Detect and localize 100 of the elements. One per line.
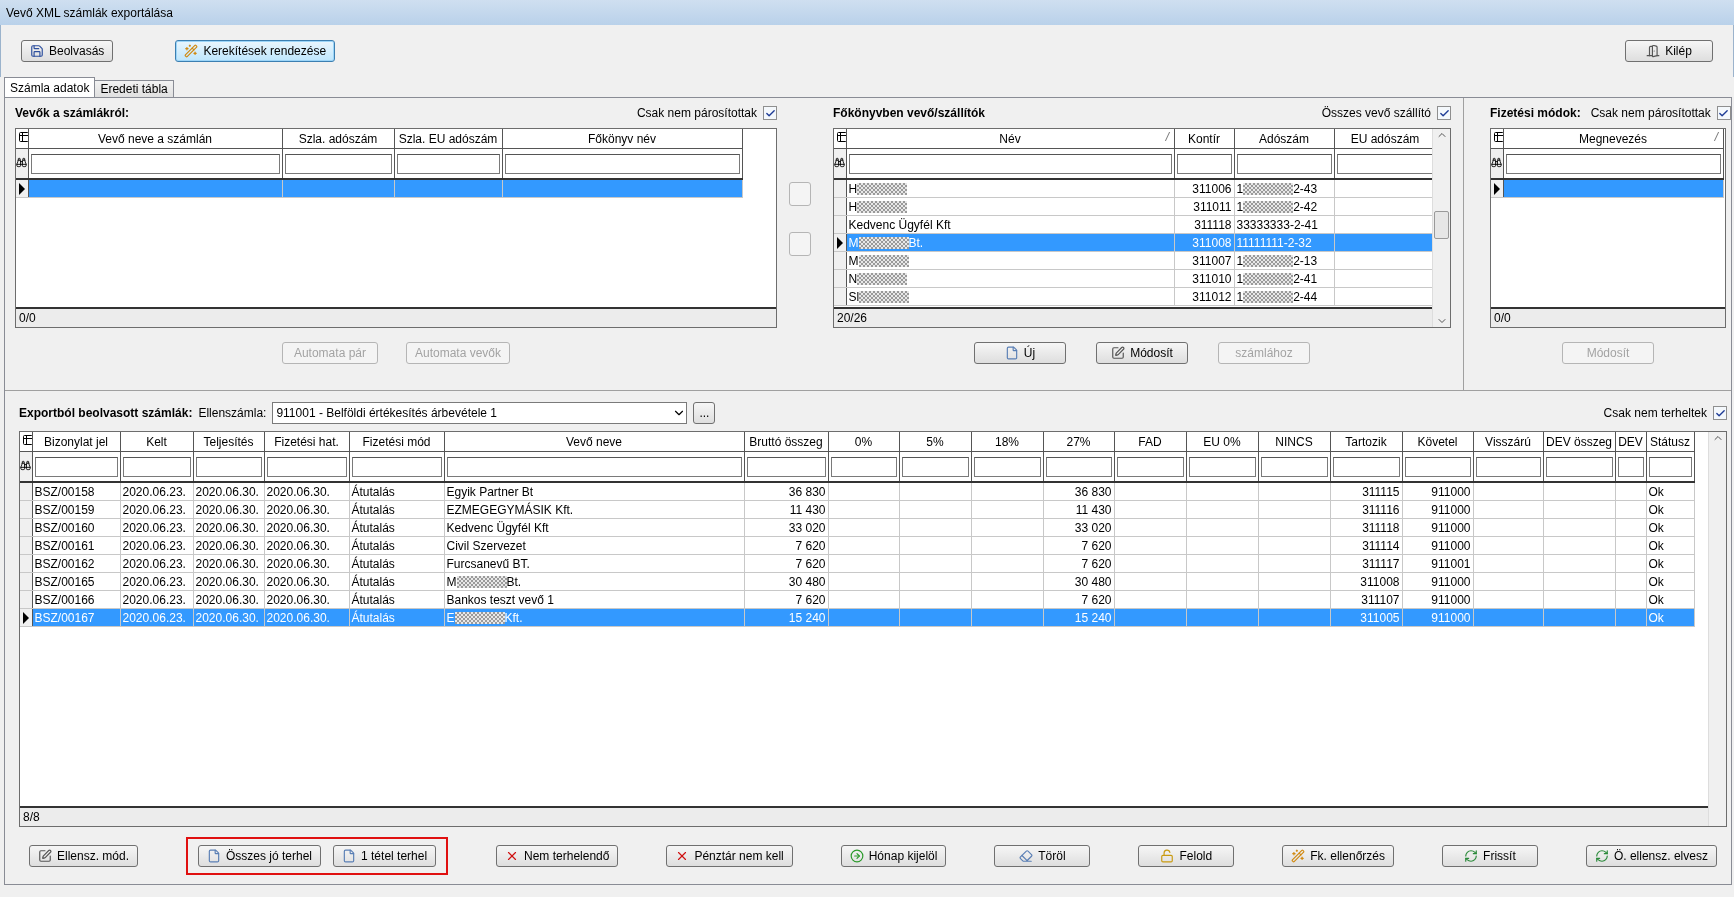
filter-field[interactable] (446, 456, 742, 477)
action-button[interactable]: Töröl (994, 845, 1091, 867)
action-button[interactable]: Hónap kijelöl (840, 845, 947, 867)
checkbox[interactable] (1437, 106, 1451, 120)
filter-field[interactable] (1475, 456, 1541, 477)
section-title: Fizetési módok: (1490, 106, 1581, 120)
filter-field[interactable] (195, 456, 262, 477)
tab[interactable]: Eredeti tábla (94, 80, 174, 97)
action-button[interactable]: Új (974, 342, 1066, 364)
action-button[interactable]: Összes jó terhel (198, 845, 322, 867)
filter-field[interactable] (901, 456, 969, 477)
filter-field[interactable] (351, 456, 442, 477)
column-header[interactable]: EU adószám (1334, 129, 1432, 149)
toolbar-button[interactable]: Kilép (1625, 40, 1713, 62)
table-cell: 311115 (1330, 482, 1402, 501)
column-header[interactable]: Visszárú (1473, 432, 1543, 452)
column-header[interactable]: NINCS (1258, 432, 1330, 452)
column-header[interactable]: Kelt (120, 432, 193, 452)
column-header[interactable]: Kontír (1174, 129, 1234, 149)
column-header[interactable]: Szla. EU adószám (394, 129, 502, 149)
account-dropdown[interactable]: 911001 - Belföldi értékesítés árbevétele 1 (272, 402, 688, 424)
column-header[interactable]: Tartozik (1330, 432, 1402, 452)
column-header[interactable]: 0% (828, 432, 899, 452)
column-header[interactable]: EU 0% (1186, 432, 1258, 452)
filter-field[interactable] (1545, 456, 1613, 477)
table-cell: Átutalás (349, 554, 444, 573)
filter-field[interactable] (396, 153, 500, 174)
column-header[interactable]: Státusz (1646, 432, 1694, 452)
filter-field[interactable] (34, 456, 118, 477)
column-header[interactable]: Bizonylat jel (32, 432, 120, 452)
checkbox[interactable] (1716, 106, 1731, 120)
checkbox[interactable] (763, 106, 777, 120)
column-header[interactable]: Név (846, 129, 1174, 149)
filter-field[interactable] (1188, 456, 1256, 477)
column-header[interactable]: FAD (1114, 432, 1186, 452)
filter-field[interactable] (1332, 456, 1400, 477)
column-header[interactable]: Fizetési hat. (264, 432, 349, 452)
column-header[interactable]: 27% (1043, 432, 1114, 452)
column-header[interactable]: DEV összeg (1543, 432, 1615, 452)
checkbox[interactable] (1713, 406, 1727, 420)
table-cell: BSZ/00159 (32, 500, 120, 519)
scrollbar[interactable] (1708, 432, 1726, 826)
filter-field[interactable] (848, 153, 1172, 174)
action-button[interactable]: Felold (1138, 845, 1235, 867)
action-button[interactable]: Módosít (1096, 342, 1188, 364)
action-button[interactable]: Ö. ellensz. elvesz (1585, 845, 1717, 867)
refresh-icon (1464, 849, 1479, 863)
filter-field[interactable] (266, 456, 347, 477)
filter-field[interactable] (1648, 456, 1692, 477)
pixelated-blur (456, 576, 507, 589)
action-button[interactable]: Fk. ellenőrzés (1282, 845, 1394, 867)
column-header[interactable]: Szla. adószám (282, 129, 394, 149)
column-header[interactable]: Vevő neve (444, 432, 744, 452)
column-header[interactable]: Bruttó összeg (744, 432, 828, 452)
browse-button[interactable]: ... (693, 402, 716, 424)
column-header[interactable]: DEV (1615, 432, 1646, 452)
table-cell: Átutalás (349, 590, 444, 609)
column-header[interactable]: 18% (971, 432, 1043, 452)
table-cell: Bankos teszt vevő 1 (444, 590, 744, 609)
grid-settings-icon[interactable] (22, 434, 31, 446)
tab[interactable]: Számla adatok (4, 77, 96, 97)
toolbar-button[interactable]: Kerekítések rendezése (175, 40, 336, 62)
filter-field[interactable] (1404, 456, 1471, 477)
column-header[interactable]: Teljesítés (193, 432, 264, 452)
filter-field[interactable] (1045, 456, 1112, 477)
filter-field[interactable] (122, 456, 191, 477)
column-header[interactable]: Fizetési mód (349, 432, 444, 452)
table-cell: 2020.06.23. (120, 608, 193, 627)
column-header[interactable]: Követel (1402, 432, 1473, 452)
filter-field[interactable] (1617, 456, 1644, 477)
column-header[interactable]: Főkönyv név (502, 129, 742, 149)
scrollbar-thumb[interactable] (1434, 211, 1449, 239)
table-cell: 7 620 (1043, 590, 1114, 609)
action-button[interactable]: Pénztár nem kell (666, 845, 793, 867)
filter-field[interactable] (1505, 153, 1721, 174)
filter-field[interactable] (284, 153, 392, 174)
table-cell: 2020.06.30. (264, 500, 349, 519)
filter-field[interactable] (973, 456, 1041, 477)
grid-settings-icon[interactable] (1493, 131, 1502, 143)
filter-field[interactable] (1260, 456, 1328, 477)
action-button[interactable]: 1 tétel terhel (333, 845, 437, 867)
action-button[interactable]: Ellensz. mód. (29, 845, 139, 867)
filter-field[interactable] (1116, 456, 1184, 477)
filter-field[interactable] (1236, 153, 1332, 174)
filter-field[interactable] (504, 153, 740, 174)
grid-settings-icon[interactable] (18, 131, 27, 143)
filter-field[interactable] (830, 456, 897, 477)
filter-field[interactable] (1176, 153, 1232, 174)
column-header[interactable]: Megnevezés (1503, 129, 1723, 149)
filter-field[interactable] (30, 153, 280, 174)
filter-field[interactable] (1336, 153, 1432, 174)
grid-settings-icon[interactable] (836, 131, 845, 143)
scrollbar[interactable] (1432, 129, 1450, 327)
column-header[interactable]: 5% (899, 432, 971, 452)
action-button[interactable]: Nem terhelendő (496, 845, 619, 867)
filter-field[interactable] (746, 456, 826, 477)
column-header[interactable]: Vevő neve a számlán (28, 129, 282, 149)
toolbar-button[interactable]: Beolvasás (21, 40, 114, 62)
action-button[interactable]: Frissít (1441, 845, 1538, 867)
column-header[interactable]: Adószám (1234, 129, 1334, 149)
